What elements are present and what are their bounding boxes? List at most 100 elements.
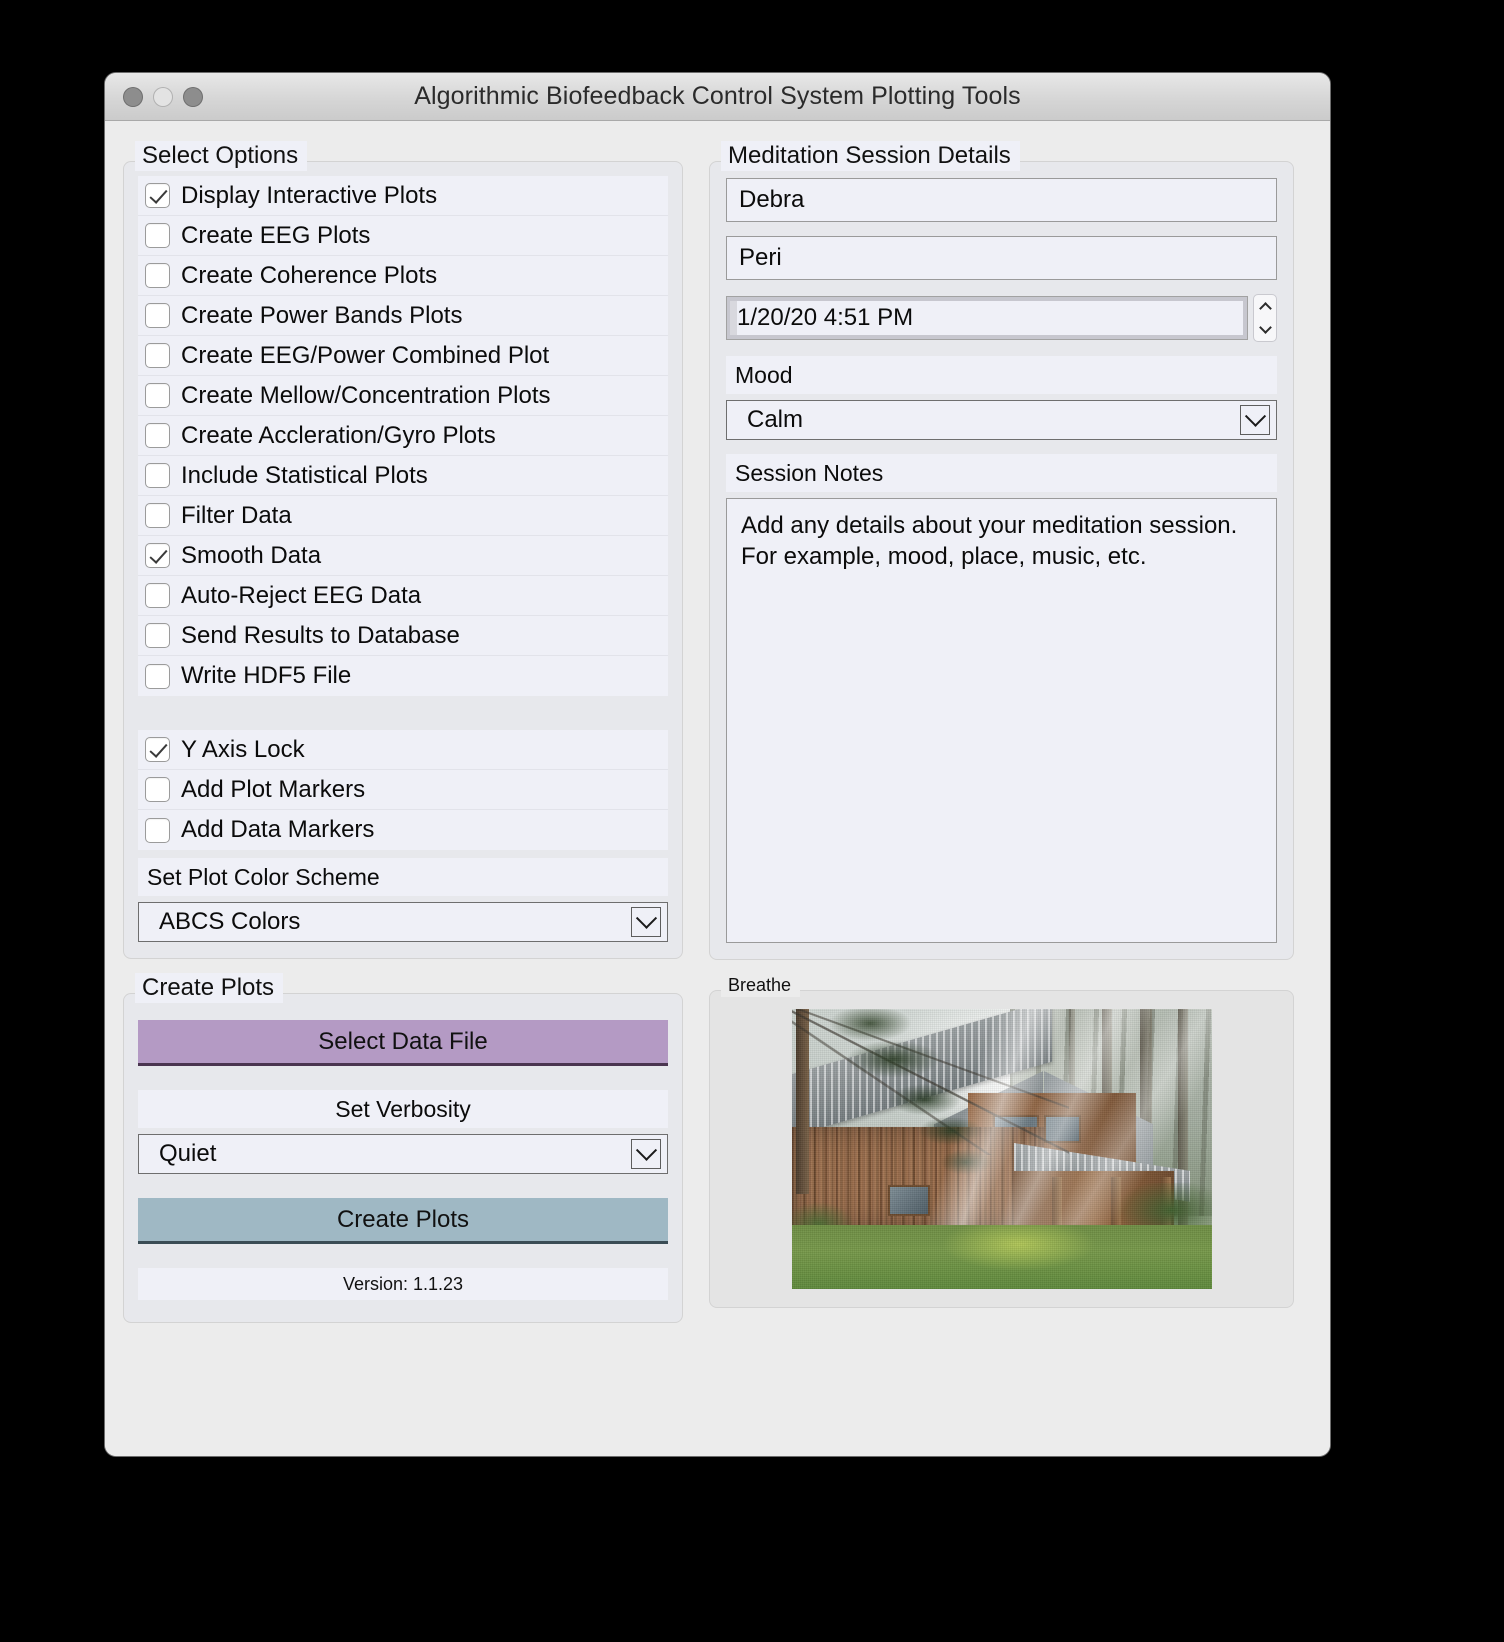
color-scheme-label: Set Plot Color Scheme [138,858,668,896]
checkbox-label: Write HDF5 File [181,662,352,689]
checkbox-add-plot-markers[interactable] [145,777,170,802]
select-data-file-button[interactable]: Select Data File [138,1020,668,1066]
checkbox-send-results-to-database[interactable] [145,623,170,648]
first-name-input[interactable]: Debra [726,178,1277,222]
checkbox-label: Y Axis Lock [181,735,305,763]
checkbox-label: Create Mellow/Concentration Plots [181,381,551,409]
session-notes-textarea[interactable]: Add any details about your meditation se… [726,498,1277,943]
checkbox-row-create-eeg-power-combined-plot[interactable]: Create EEG/Power Combined Plot [138,336,668,376]
checkbox-label: Include Statistical Plots [181,461,428,489]
checkbox-label: Create EEG/Power Combined Plot [181,341,550,369]
datetime-spinbox[interactable]: 1/20/20 4:51 PM [726,294,1277,342]
window-titlebar[interactable]: Algorithmic Biofeedback Control System P… [105,73,1330,121]
last-name-input[interactable]: Peri [726,236,1277,280]
left-column: Select Options Display Interactive Plots… [123,135,683,1438]
checkbox-label: Create Accleration/Gyro Plots [181,421,496,449]
secondary-checkbox-list: Y Axis Lock Add Plot Markers Add Data Ma… [138,730,668,850]
text-caret [730,301,737,335]
checkbox-row-auto-reject-eeg-data[interactable]: Auto-Reject EEG Data [138,576,668,616]
version-label: Version: 1.1.23 [138,1268,668,1300]
breathe-group: Breathe [709,974,1294,1308]
color-scheme-select[interactable]: ABCS Colors [138,902,668,942]
checkbox-create-power-bands-plots[interactable] [145,303,170,328]
chevron-down-icon[interactable] [631,1139,661,1169]
checkbox-create-eeg-power-combined-plot[interactable] [145,343,170,368]
datetime-value: 1/20/20 4:51 PM [737,304,914,331]
desktop-backdrop: Algorithmic Biofeedback Control System P… [0,0,1504,1642]
checkbox-label: Create Coherence Plots [181,261,438,289]
checkbox-display-interactive-plots[interactable] [145,183,170,208]
checkbox-write-hdf5-file[interactable] [145,663,170,689]
checkbox-row-smooth-data[interactable]: Smooth Data [138,536,668,576]
create-plots-group-body: Select Data File Set Verbosity Quiet Cre… [123,993,683,1323]
checkbox-row-include-statistical-plots[interactable]: Include Statistical Plots [138,456,668,496]
session-notes-label: Session Notes [726,454,1277,492]
checkbox-row-add-plot-markers[interactable]: Add Plot Markers [138,770,668,810]
checkbox-row-display-interactive-plots[interactable]: Display Interactive Plots [138,176,668,216]
checkbox-row-send-results-to-database[interactable]: Send Results to Database [138,616,668,656]
checkbox-filter-data[interactable] [145,503,170,528]
checkbox-smooth-data[interactable] [145,543,170,568]
checkbox-create-acceleration-gyro-plots[interactable] [145,423,170,448]
checkbox-row-y-axis-lock[interactable]: Y Axis Lock [138,730,668,770]
session-details-group: Meditation Session Details Debra Peri 1/… [709,141,1294,960]
checkbox-create-eeg-plots[interactable] [145,223,170,248]
create-plots-button[interactable]: Create Plots [138,1198,668,1244]
session-details-group-body: Debra Peri 1/20/20 4:51 PM Mood Calm Ses… [709,161,1294,960]
checkbox-include-statistical-plots[interactable] [145,463,170,488]
close-window-button[interactable] [123,86,143,107]
checkbox-row-create-coherence-plots[interactable]: Create Coherence Plots [138,256,668,296]
maximize-window-button[interactable] [183,86,203,107]
verbosity-selected-value: Quiet [159,1140,217,1167]
checkbox-create-mellow-concentration-plots[interactable] [145,383,170,408]
chevron-up-icon[interactable] [1258,302,1272,315]
window-content: Select Options Display Interactive Plots… [105,121,1330,1456]
checkbox-label: Send Results to Database [181,621,460,649]
checkbox-label: Add Plot Markers [181,775,366,803]
checkbox-label: Auto-Reject EEG Data [181,581,422,609]
session-details-group-label: Meditation Session Details [721,141,1020,171]
checkbox-label: Filter Data [181,501,292,529]
checkbox-label: Create Power Bands Plots [181,301,463,329]
select-options-group-body: Display Interactive Plots Create EEG Plo… [123,161,683,959]
checkbox-label: Display Interactive Plots [181,181,438,209]
select-options-group: Select Options Display Interactive Plots… [123,141,683,959]
checkbox-auto-reject-eeg-data[interactable] [145,583,170,608]
primary-checkbox-list: Display Interactive Plots Create EEG Plo… [138,176,668,696]
chevron-down-icon[interactable] [1240,405,1270,435]
checkbox-row-create-mellow-concentration-plots[interactable]: Create Mellow/Concentration Plots [138,376,668,416]
checkbox-label: Smooth Data [181,541,322,569]
breathe-image-frame [709,990,1294,1308]
chevron-down-icon[interactable] [631,907,661,937]
checkbox-row-create-acceleration-gyro-plots[interactable]: Create Accleration/Gyro Plots [138,416,668,456]
create-plots-group-label: Create Plots [135,973,284,1003]
chevron-down-icon[interactable] [1258,321,1272,334]
verbosity-label: Set Verbosity [138,1090,668,1128]
checkbox-create-coherence-plots[interactable] [145,263,170,288]
breathe-cabin-photo [791,1009,1212,1289]
verbosity-select[interactable]: Quiet [138,1134,668,1174]
application-window: Algorithmic Biofeedback Control System P… [104,72,1331,1457]
mood-select[interactable]: Calm [726,400,1277,440]
checkbox-row-add-data-markers[interactable]: Add Data Markers [138,810,668,850]
color-scheme-selected-value: ABCS Colors [159,908,301,935]
checkbox-label: Create EEG Plots [181,221,371,249]
datetime-input[interactable]: 1/20/20 4:51 PM [726,296,1248,340]
right-column: Meditation Session Details Debra Peri 1/… [709,135,1294,1438]
create-plots-group: Create Plots Select Data File Set Verbos… [123,973,683,1323]
checkbox-add-data-markers[interactable] [145,817,170,843]
minimize-window-button[interactable] [153,86,173,107]
checkbox-row-filter-data[interactable]: Filter Data [138,496,668,536]
checkbox-y-axis-lock[interactable] [145,737,170,762]
datetime-stepper[interactable] [1253,294,1277,342]
breathe-group-label: Breathe [721,974,801,997]
checkbox-label: Add Data Markers [181,816,375,843]
checkbox-group-separator [138,696,668,730]
checkbox-row-create-power-bands-plots[interactable]: Create Power Bands Plots [138,296,668,336]
select-options-group-label: Select Options [135,141,308,171]
photo-grain-overlay [791,1009,1212,1289]
mood-selected-value: Calm [747,406,804,433]
window-title: Algorithmic Biofeedback Control System P… [414,82,1021,110]
checkbox-row-create-eeg-plots[interactable]: Create EEG Plots [138,216,668,256]
checkbox-row-write-hdf5-file[interactable]: Write HDF5 File [138,656,668,696]
